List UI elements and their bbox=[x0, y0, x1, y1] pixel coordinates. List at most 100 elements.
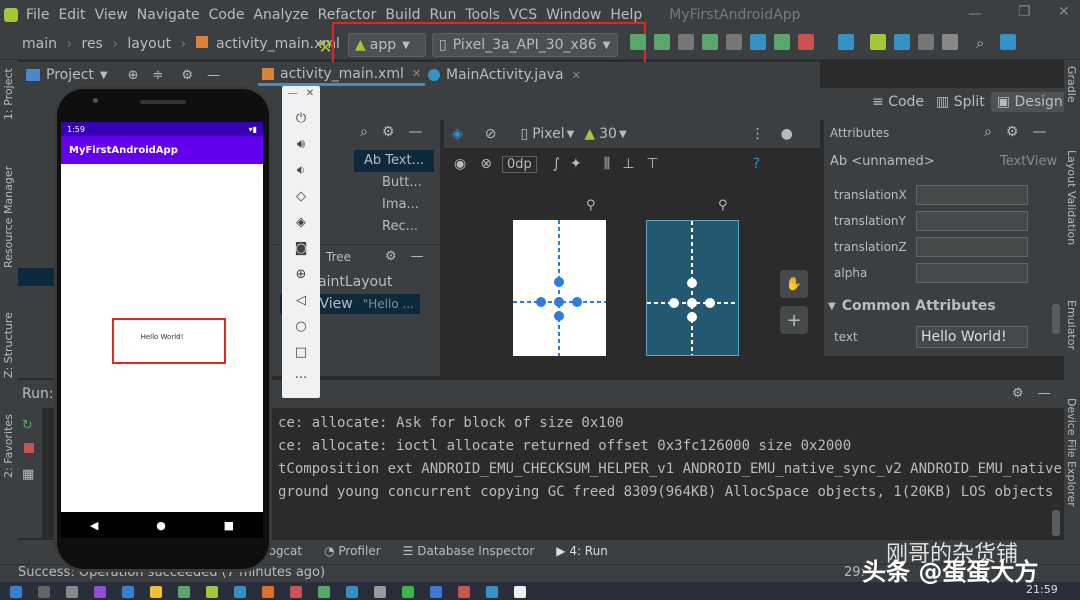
rotate-left-icon[interactable]: ◇ bbox=[290, 185, 312, 207]
back-icon[interactable]: ◁ bbox=[290, 289, 312, 311]
layout-inspector-icon[interactable] bbox=[918, 34, 934, 50]
menu-vcs[interactable]: VCS bbox=[509, 7, 537, 23]
intellij-icon[interactable] bbox=[94, 586, 106, 598]
stack-icon[interactable] bbox=[678, 34, 694, 50]
close-tab-icon[interactable]: ✕ bbox=[572, 69, 581, 82]
hammer-icon[interactable]: ⚒ bbox=[318, 37, 332, 56]
vtab-resource-manager[interactable]: Resource Manager bbox=[2, 166, 15, 268]
volume-up-icon[interactable]: 🔊︎ bbox=[290, 133, 312, 155]
profile-icon[interactable] bbox=[750, 34, 766, 50]
taskview-icon[interactable] bbox=[66, 586, 78, 598]
menu-analyze[interactable]: Analyze bbox=[253, 7, 308, 23]
vtab-project[interactable]: 1: Project bbox=[2, 68, 15, 120]
rerun-icon[interactable]: ↻ bbox=[22, 418, 38, 433]
stop-icon[interactable] bbox=[798, 34, 814, 50]
tab-run[interactable]: ▶ 4: Run bbox=[556, 544, 608, 558]
palette-item-imageview[interactable]: Ima... bbox=[354, 194, 434, 216]
app-icon[interactable] bbox=[290, 586, 302, 598]
align-icon[interactable]: ⊥ bbox=[622, 156, 634, 172]
tab-profiler[interactable]: ◔ Profiler bbox=[324, 544, 381, 558]
wechat-icon[interactable] bbox=[402, 586, 414, 598]
attr-text-input[interactable]: Hello World! bbox=[916, 326, 1028, 348]
layout-icon[interactable]: ▦ bbox=[22, 467, 38, 482]
magnet-icon[interactable]: ⊗ bbox=[480, 156, 492, 172]
hide-icon[interactable]: — bbox=[1032, 124, 1046, 140]
search-icon[interactable]: ⌕ bbox=[984, 124, 992, 140]
close-icon[interactable]: ✕ bbox=[1058, 4, 1070, 20]
search-icon[interactable]: ⌕ bbox=[360, 124, 368, 140]
zoom-in-icon[interactable]: + bbox=[780, 306, 808, 334]
palette-item-button[interactable]: Butt... bbox=[354, 172, 434, 194]
warning-icon[interactable]: ● bbox=[781, 126, 793, 142]
guidelines-icon[interactable]: ⊤ bbox=[646, 156, 658, 172]
menu-tools[interactable]: Tools bbox=[465, 7, 500, 23]
close-tab-icon[interactable]: ✕ bbox=[412, 67, 421, 80]
orientation-icon[interactable]: ⊘ bbox=[485, 126, 497, 142]
breadcrumb-layout[interactable]: layout bbox=[127, 36, 171, 52]
pack-icon[interactable]: ⫼ bbox=[604, 156, 610, 172]
layers-icon[interactable]: ◈ bbox=[452, 126, 463, 142]
breadcrumb-main[interactable]: main bbox=[22, 36, 57, 52]
sync-icon[interactable] bbox=[838, 34, 854, 50]
menu-refactor[interactable]: Refactor bbox=[318, 7, 377, 23]
close-icon[interactable]: ✕ bbox=[306, 88, 314, 99]
vtab-gradle[interactable]: Gradle bbox=[1065, 66, 1078, 103]
pycharm-icon[interactable] bbox=[318, 586, 330, 598]
avd-manager-icon[interactable] bbox=[870, 34, 886, 50]
camera-icon[interactable]: ◙ bbox=[290, 237, 312, 259]
tab-database-inspector[interactable]: ☰ Database Inspector bbox=[403, 544, 535, 558]
debug-icon[interactable] bbox=[702, 34, 718, 50]
menu-view[interactable]: View bbox=[95, 7, 128, 23]
infer-constraints-icon[interactable]: ✦ bbox=[570, 156, 582, 172]
pan-hand-icon[interactable]: ✋ bbox=[780, 270, 808, 298]
design-preview[interactable] bbox=[513, 220, 606, 356]
palette-item-recyclerview[interactable]: Rec... bbox=[354, 216, 434, 238]
folder-icon[interactable] bbox=[150, 586, 162, 598]
minimize-icon[interactable]: — bbox=[968, 6, 982, 22]
attr-translation-y-input[interactable] bbox=[916, 211, 1028, 231]
gear-icon[interactable]: ⚙ bbox=[382, 124, 395, 140]
default-margin-field[interactable]: 0dp bbox=[501, 155, 537, 173]
hide-icon[interactable]: — bbox=[1038, 386, 1051, 401]
attach-debugger-icon[interactable] bbox=[774, 34, 790, 50]
hide-icon[interactable]: — bbox=[408, 124, 422, 140]
edge-icon[interactable] bbox=[122, 586, 134, 598]
search-icon[interactable] bbox=[38, 586, 50, 598]
tab-main-activity[interactable]: MainActivity.java ✕ bbox=[424, 64, 585, 86]
blueprint-preview[interactable] bbox=[646, 220, 739, 356]
apply-changes-icon[interactable] bbox=[630, 34, 646, 50]
vtab-device-file-explorer[interactable]: Device File Explorer bbox=[1065, 398, 1078, 507]
back-icon[interactable]: ◀ bbox=[90, 519, 98, 532]
account-icon[interactable] bbox=[1000, 34, 1016, 50]
structure-icon[interactable] bbox=[942, 34, 958, 50]
home-icon[interactable]: ● bbox=[156, 519, 166, 532]
hide-icon[interactable]: — bbox=[411, 249, 424, 264]
menu-file[interactable]: File bbox=[26, 7, 49, 23]
attr-alpha-input[interactable] bbox=[916, 263, 1028, 283]
menu-edit[interactable]: Edit bbox=[58, 7, 85, 23]
vtab-structure[interactable]: Z: Structure bbox=[2, 312, 15, 378]
vtab-emulator[interactable]: Emulator bbox=[1065, 300, 1078, 350]
device-selector-design[interactable]: Pixel bbox=[532, 126, 564, 142]
gear-icon[interactable]: ⚙ bbox=[1006, 124, 1019, 140]
gear-icon[interactable]: ⚙ bbox=[385, 249, 397, 264]
clear-constraints-icon[interactable]: ∫ bbox=[553, 156, 560, 172]
gear-icon[interactable]: ⚙ bbox=[1012, 386, 1024, 401]
menu-navigate[interactable]: Navigate bbox=[137, 7, 200, 23]
app-icon[interactable] bbox=[514, 586, 526, 598]
menu-help[interactable]: Help bbox=[610, 7, 642, 23]
gear-icon[interactable]: ⚙ bbox=[181, 68, 193, 83]
breadcrumb-res[interactable]: res bbox=[82, 36, 103, 52]
design-mode-button[interactable]: ▣ Design bbox=[990, 92, 1069, 112]
vtab-layout-validation[interactable]: Layout Validation bbox=[1065, 150, 1078, 245]
chrome-icon[interactable] bbox=[178, 586, 190, 598]
minimize-icon[interactable]: — bbox=[288, 88, 298, 99]
search-icon[interactable]: ⌕ bbox=[976, 34, 992, 52]
stop-run-icon[interactable] bbox=[24, 443, 34, 453]
overview-icon[interactable]: ■ bbox=[224, 519, 234, 532]
app-icon[interactable] bbox=[346, 586, 358, 598]
attributes-scrollbar[interactable] bbox=[1052, 304, 1060, 334]
split-mode-button[interactable]: ▥ Split bbox=[930, 92, 991, 112]
power-icon[interactable]: ⏻ bbox=[290, 107, 312, 129]
tab-activity-main[interactable]: activity_main.xml ✕ bbox=[258, 64, 426, 86]
